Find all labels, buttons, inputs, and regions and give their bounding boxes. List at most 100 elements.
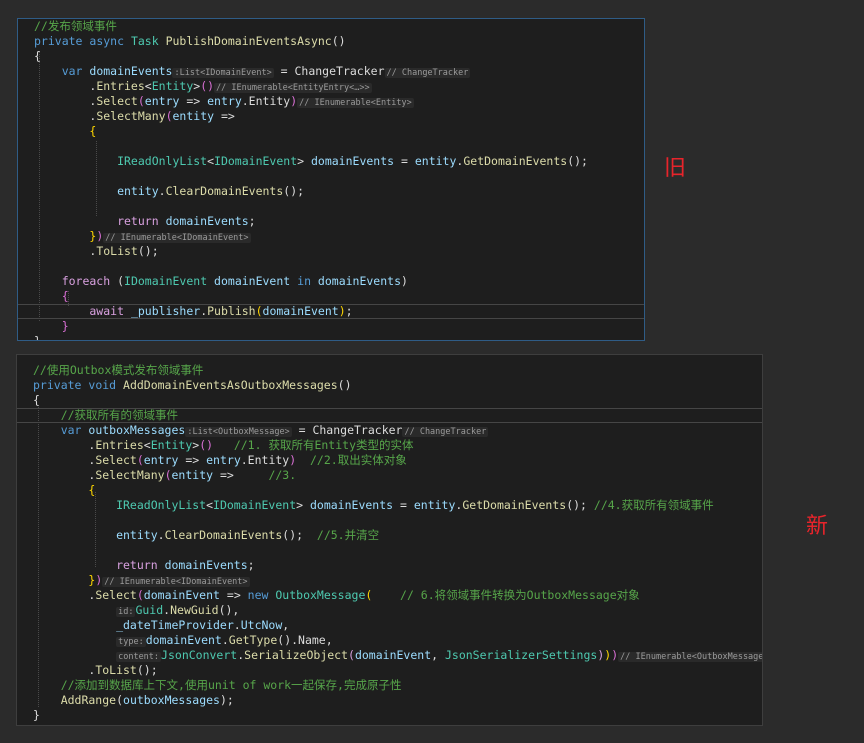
code-line[interactable]: .ToList(); — [18, 244, 644, 259]
code-line[interactable] — [18, 169, 644, 184]
code-line[interactable] — [18, 199, 644, 214]
code-line[interactable]: .Select(entry => entry.Entity) //2.取出实体对… — [17, 453, 762, 468]
code-token: IDomainEvent — [214, 154, 298, 168]
code-line[interactable]: .SelectMany(entity => //3. — [17, 468, 762, 483]
code-token: domainEvent — [145, 633, 222, 647]
code-token: . — [33, 468, 96, 482]
code-token: ; — [345, 304, 353, 318]
code-line[interactable]: } — [18, 319, 644, 334]
code-line[interactable]: return domainEvents; — [18, 214, 644, 229]
code-line[interactable]: { — [18, 289, 644, 304]
code-token: ToList — [96, 244, 138, 258]
code-token: () — [331, 34, 346, 48]
code-line[interactable]: .Select(domainEvent => new OutboxMessage… — [17, 588, 762, 603]
code-token: . — [34, 244, 97, 258]
code-token: IDomainEvent — [124, 274, 215, 288]
code-token: return — [34, 214, 166, 228]
inlay-hint: id: — [116, 607, 136, 617]
code-line[interactable]: _dateTimeProvider.UtcNow, — [17, 618, 762, 633]
code-token: ( — [164, 468, 172, 482]
code-token: ) — [338, 304, 346, 318]
code-line[interactable]: .Entries<Entity>() //1. 获取所有Entity类型的实体 — [17, 438, 762, 453]
code-line[interactable]: //获取所有的领域事件 — [17, 408, 762, 423]
code-token: .Entity — [241, 94, 291, 108]
code-line[interactable]: //发布领域事件 — [18, 19, 644, 34]
code-line[interactable] — [18, 259, 644, 274]
code-token: IReadOnlyList — [34, 154, 208, 168]
inlay-hint: // IEnumerable<EntityEntry<…>> — [214, 83, 372, 93]
code-line[interactable]: .ToList(); — [17, 663, 762, 678]
code-line[interactable] — [17, 513, 762, 528]
code-token: SerializeObject — [244, 648, 349, 662]
code-token: . — [233, 618, 241, 632]
code-token: outboxMessages — [88, 423, 186, 437]
code-token: { — [33, 393, 40, 407]
code-token: IDomainEvent — [213, 498, 297, 512]
code-line[interactable]: private void AddDomainEventsAsOutboxMess… — [17, 378, 762, 393]
code-line[interactable]: await _publisher.Publish(domainEvent); — [18, 304, 644, 319]
code-line[interactable]: return domainEvents; — [17, 558, 762, 573]
code-token: //3. — [268, 468, 297, 482]
code-token: JsonConvert — [161, 648, 238, 662]
code-token: entry — [143, 453, 179, 467]
code-token: ( — [136, 588, 144, 602]
inlay-hint: type: — [116, 637, 146, 647]
code-line[interactable]: //添加到数据库上下文,使用unit of work一起保存,完成原子性 — [17, 678, 762, 693]
code-line[interactable]: } — [18, 334, 644, 341]
code-token: } — [34, 334, 41, 341]
code-token: outboxMessages — [123, 693, 220, 707]
code-line[interactable]: AddRange(outboxMessages); — [17, 693, 762, 708]
code-line[interactable]: content: JsonConvert.SerializeObject(doma… — [17, 648, 762, 663]
code-line[interactable]: })// IEnumerable<IDomainEvent> — [17, 573, 762, 588]
code-line[interactable]: IReadOnlyList<IDomainEvent> domainEvents… — [17, 498, 762, 513]
code-token: SelectMany — [96, 109, 166, 123]
code-token: = ChangeTracker — [273, 64, 385, 78]
code-token: () — [200, 79, 215, 93]
code-line[interactable]: var outboxMessages:List<OutboxMessage> =… — [17, 423, 762, 438]
code-line[interactable]: id: Guid.NewGuid(), — [17, 603, 762, 618]
code-token: ClearDomainEvents — [164, 528, 283, 542]
code-line[interactable]: { — [17, 393, 762, 408]
code-token: Publish — [207, 304, 256, 318]
old-code-editor-panel[interactable]: //发布领域事件 private async Task PublishDomain… — [17, 18, 645, 341]
code-line[interactable]: private async Task PublishDomainEventsAs… — [18, 34, 644, 49]
code-line[interactable]: { — [18, 49, 644, 64]
code-token: domainEvents — [309, 498, 394, 512]
inlay-hint: :List<IDomainEvent> — [172, 68, 274, 78]
code-line[interactable]: .Select(entry => entry.Entity)// IEnumer… — [18, 94, 644, 109]
new-code-editor-panel[interactable]: //使用Outbox模式发布领域事件 private void AddDomain… — [16, 354, 763, 726]
code-token: ClearDomainEvents — [165, 184, 284, 198]
code-token: . — [33, 453, 96, 467]
code-line[interactable]: type: domainEvent.GetType().Name, — [17, 633, 762, 648]
code-token: .Entity — [240, 453, 290, 467]
code-token: //2.取出实体对象 — [296, 453, 407, 467]
code-token: (), — [218, 603, 240, 617]
code-token: _dateTimeProvider — [33, 618, 234, 632]
code-line[interactable]: } — [17, 708, 762, 723]
code-line[interactable]: { — [17, 483, 762, 498]
code-token: < — [207, 154, 215, 168]
code-token: > — [297, 154, 311, 168]
code-token: Select — [95, 588, 137, 602]
code-token: > — [296, 498, 310, 512]
code-token: = ChangeTracker — [291, 423, 403, 437]
code-line[interactable]: IReadOnlyList<IDomainEvent> domainEvents… — [18, 154, 644, 169]
code-line[interactable]: .Entries<Entity>()// IEnumerable<EntityE… — [18, 79, 644, 94]
code-line[interactable]: var domainEvents:List<IDomainEvent> = Ch… — [18, 64, 644, 79]
code-line[interactable]: foreach (IDomainEvent domainEvent in dom… — [18, 274, 644, 289]
code-token: Entries — [96, 79, 145, 93]
code-line[interactable]: //使用Outbox模式发布领域事件 — [17, 363, 762, 378]
code-token: = — [394, 154, 415, 168]
code-token: entity — [172, 109, 215, 123]
code-line[interactable] — [18, 139, 644, 154]
code-line[interactable]: { — [18, 124, 644, 139]
code-token: } — [34, 319, 69, 333]
code-token: GetType — [228, 633, 278, 647]
code-line[interactable]: entity.ClearDomainEvents(); //5.并清空 — [17, 528, 762, 543]
code-line[interactable]: .SelectMany(entity => — [18, 109, 644, 124]
code-line[interactable] — [17, 543, 762, 558]
code-line[interactable]: entity.ClearDomainEvents(); — [18, 184, 644, 199]
code-token: domainEvents — [317, 274, 402, 288]
code-line[interactable]: })// IEnumerable<IDomainEvent> — [18, 229, 644, 244]
